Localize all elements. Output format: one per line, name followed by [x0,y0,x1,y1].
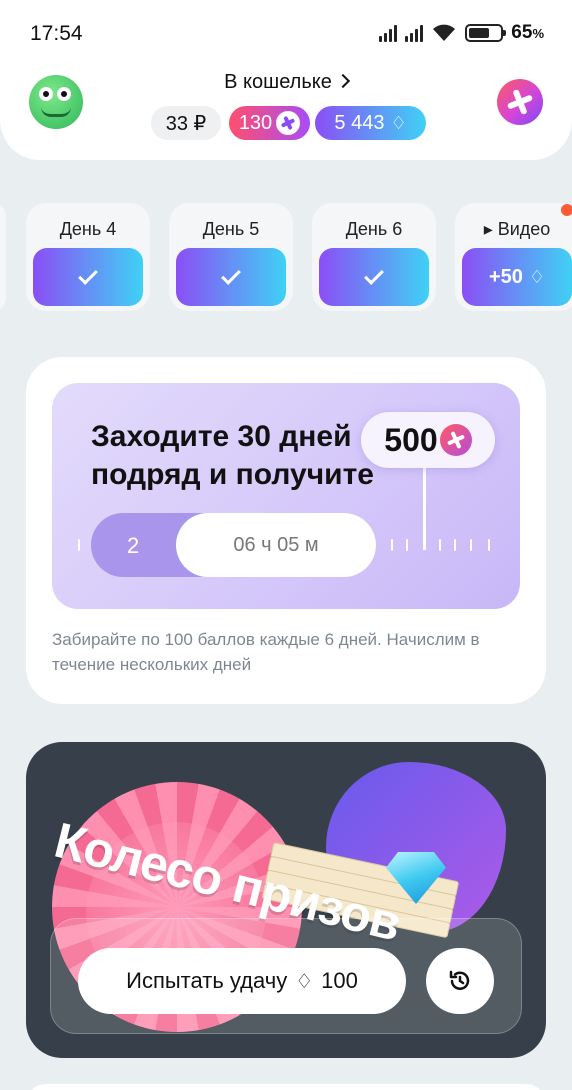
check-icon [78,265,98,285]
streak-progress-panel: Заходите 30 дней подряд и получите 500 2… [52,383,520,609]
check-icon [221,265,241,285]
day-4-claimed-button[interactable] [33,248,143,306]
signal-icon-2 [405,24,424,42]
wifi-icon [433,24,456,41]
watch-video-button[interactable]: +50 ♢ [462,248,572,306]
battery-percent: 65% [511,22,544,43]
streak-description: Забирайте по 100 баллов каждые 6 дней. Н… [52,630,480,674]
history-icon [449,970,470,990]
status-time: 17:54 [30,22,83,45]
header-card: 17:54 65% В кошельке 33 ₽ 130 5 443 ♢ [0,0,572,160]
diamond-icon: ♢ [390,112,407,133]
day-label: День 5 [202,219,260,239]
progress-marker [423,468,426,550]
battery-icon [465,24,507,42]
status-bar: 17:54 65% [0,0,572,66]
streak-card: Заходите 30 дней подряд и получите 500 2… [26,357,546,704]
plus-points-icon [439,424,472,456]
day-6-claimed-button[interactable] [319,248,429,306]
video-label: ▸ Видео [483,219,551,239]
plus-points-icon [276,111,301,135]
plus-logo-icon[interactable] [497,79,543,125]
day-label: День 4 [59,219,117,239]
gem-balance-badge[interactable]: 5 443 ♢ [315,106,426,140]
day-card-partial [0,203,6,311]
reward-bubble: 500 [361,412,495,468]
video-reward-card: ▸ Видео +50 ♢ [455,203,572,311]
day-label: День 6 [345,219,403,239]
day-card-6: День 6 [312,203,436,311]
chevron-right-icon [335,73,350,89]
signal-icon [379,24,398,42]
rub-balance-badge[interactable]: 33 ₽ [151,106,221,140]
diamond-icon: ♢ [528,266,546,287]
plus-balance-badge[interactable]: 130 [229,106,310,140]
daily-rewards-row: День 4 День 5 День 6 ▸ Видео +50 ♢ [0,203,572,311]
wallet-link[interactable]: В кошельке [0,71,572,94]
status-icons: 65% [379,22,544,44]
diamond-icon: ♢ [295,970,314,993]
prize-wheel-card[interactable]: Колесо призов Испытать удачу ♢ 100 [26,742,546,1058]
check-icon [364,265,384,285]
history-button[interactable] [426,948,494,1014]
next-card-peek [26,1084,546,1090]
current-day-count: 2 [127,533,140,558]
streak-progress-track: 2 06 ч 05 м [91,513,376,577]
day-card-4: День 4 [26,203,150,311]
try-luck-button[interactable]: Испытать удачу ♢ 100 [78,948,406,1014]
wallet-title: В кошельке [224,71,332,93]
day-card-5: День 5 [169,203,293,311]
day-5-claimed-button[interactable] [176,248,286,306]
notification-dot [561,204,572,216]
countdown-timer: 06 ч 05 м [176,513,376,577]
